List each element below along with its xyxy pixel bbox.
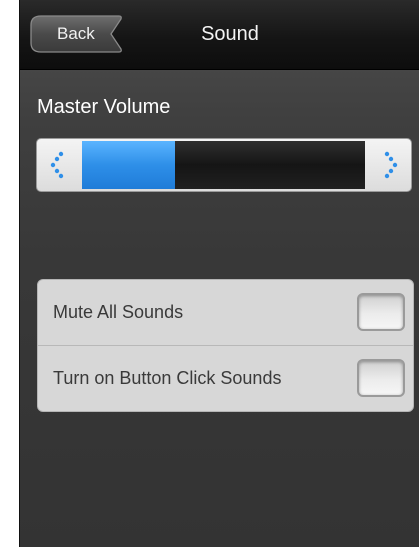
back-button[interactable]: Back [27,15,123,53]
mute-all-sounds-label: Mute All Sounds [53,302,184,322]
navigation-bar: Back Sound [20,0,419,70]
volume-decrease-button[interactable] [39,139,79,191]
button-click-sounds-checkbox[interactable] [357,359,405,397]
sound-settings-screen: Back Sound Master Volume Mute All Sounds… [19,0,419,547]
mute-all-sounds-row[interactable]: Mute All Sounds [38,280,413,346]
volume-increase-button[interactable] [369,139,409,191]
mute-all-sounds-checkbox[interactable] [357,293,405,331]
button-click-sounds-label: Turn on Button Click Sounds [53,368,282,388]
volume-track[interactable] [82,141,365,189]
sound-options-group: Mute All Sounds Turn on Button Click Sou… [37,279,414,412]
volume-level-fill [82,141,175,189]
chevron-left-icon [50,151,64,179]
page-title: Sound [201,23,259,45]
master-volume-slider[interactable] [36,138,412,192]
back-button-label: Back [57,24,95,43]
button-click-sounds-row[interactable]: Turn on Button Click Sounds [38,346,413,411]
chevron-right-icon [384,151,398,179]
master-volume-label: Master Volume [37,96,171,118]
